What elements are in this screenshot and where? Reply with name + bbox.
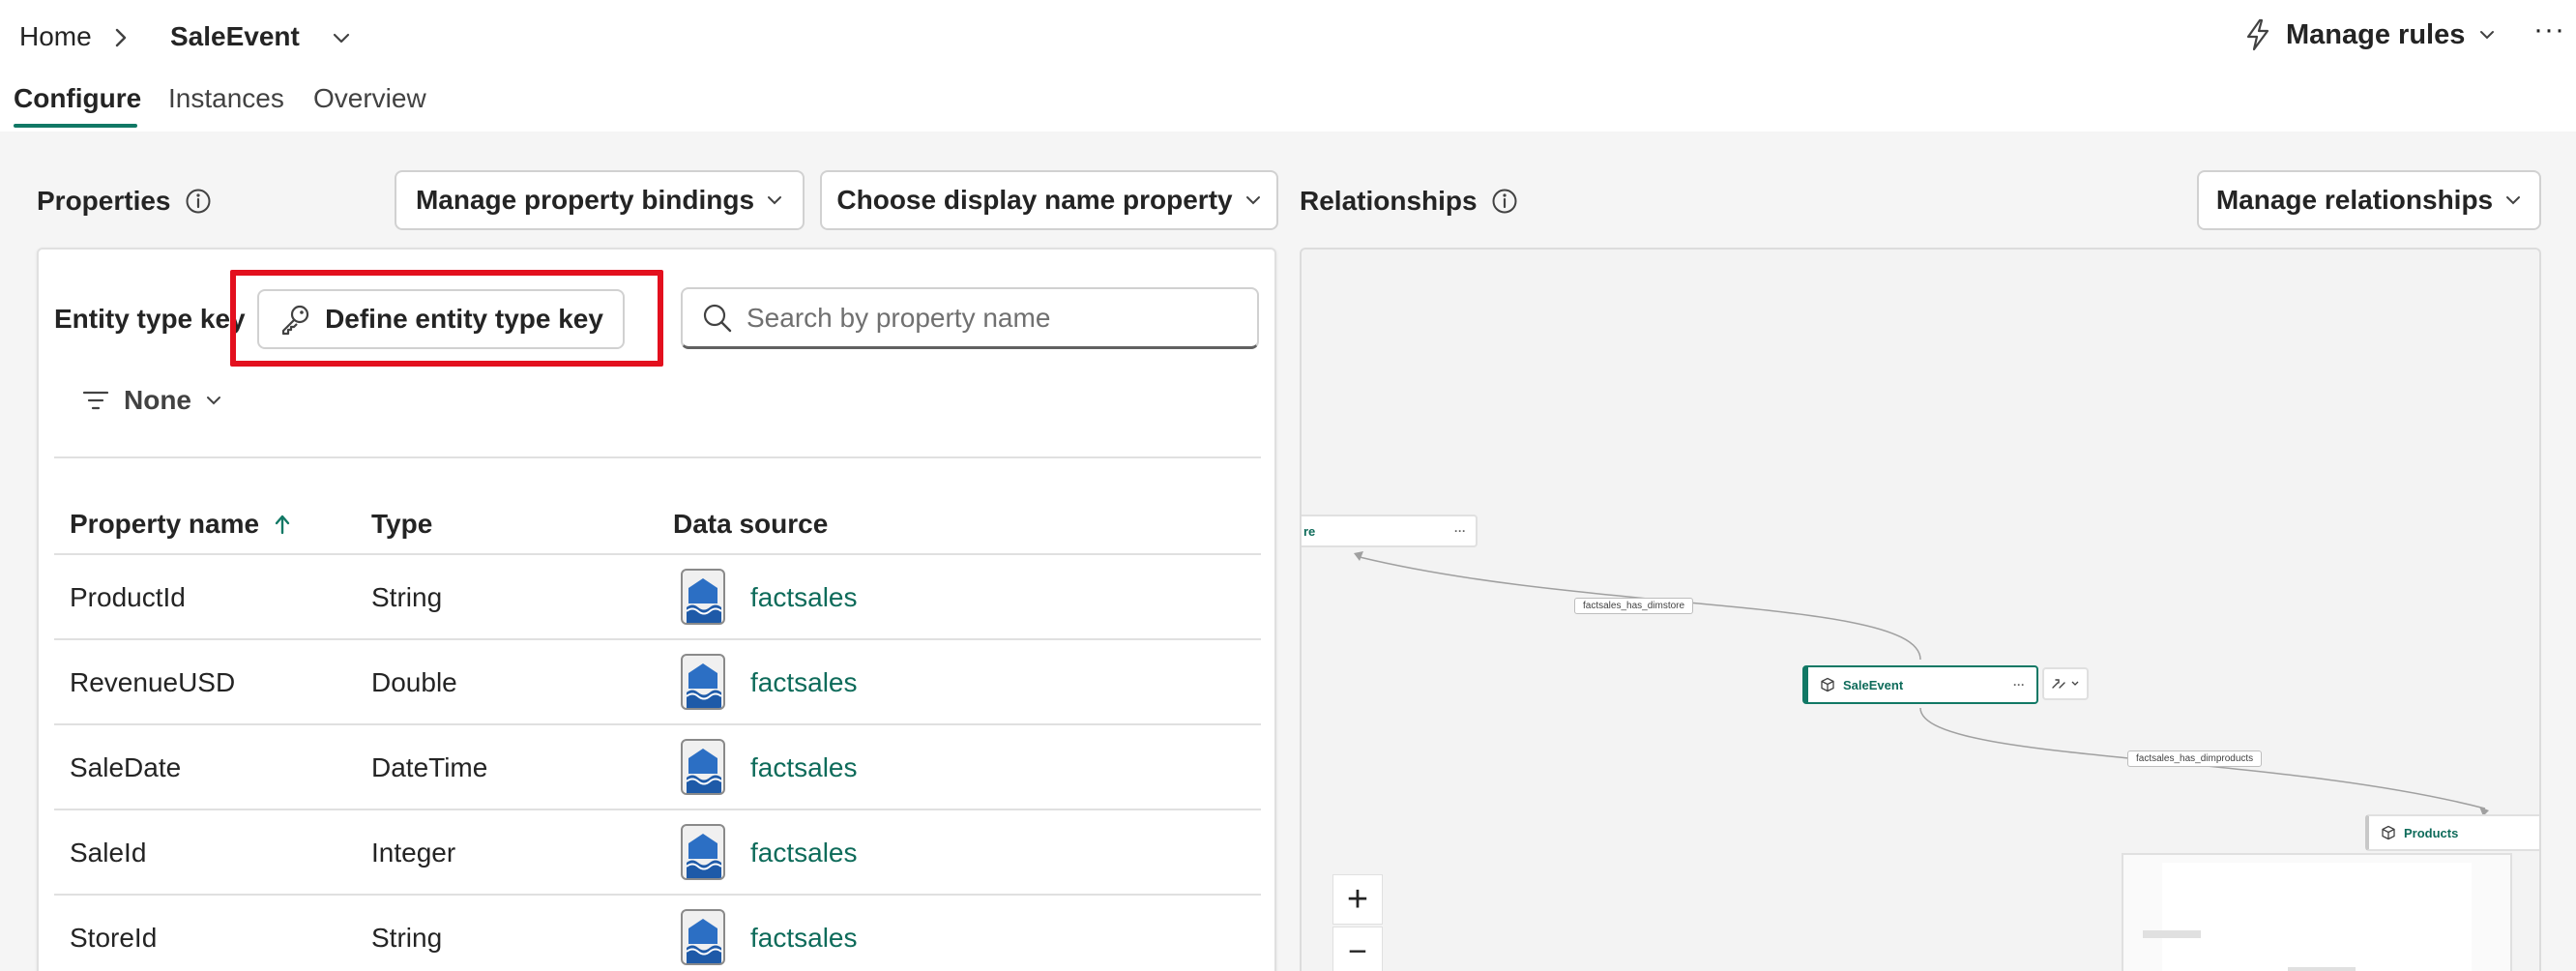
manage-rules-button[interactable]: Manage rules: [2243, 12, 2496, 58]
choose-display-name-label: Choose display name property: [836, 185, 1233, 215]
more-options-icon[interactable]: ···: [2533, 14, 2565, 46]
table-row[interactable]: SaleId Integer factsales: [54, 810, 1261, 896]
property-name-cell: RevenueUSD: [70, 667, 236, 697]
lakehouse-icon: [681, 654, 725, 710]
entity-node-store[interactable]: re ···: [1302, 515, 1478, 547]
lightning-icon: [2246, 18, 2269, 51]
data-source-link[interactable]: factsales: [750, 923, 858, 954]
column-header-type[interactable]: Type: [371, 509, 432, 540]
property-name-cell: ProductId: [70, 582, 186, 612]
chevron-down-icon: [2071, 681, 2079, 686]
table-row[interactable]: RevenueUSD Double factsales: [54, 640, 1261, 725]
filter-icon: [82, 391, 109, 410]
property-type-cell: String: [371, 923, 443, 953]
column-label: Property name: [70, 509, 260, 539]
property-name-cell: SaleDate: [70, 752, 182, 782]
data-source-link[interactable]: factsales: [750, 752, 858, 783]
chevron-down-icon: [2480, 31, 2495, 40]
column-header-data-source[interactable]: Data source: [673, 509, 828, 540]
table-row[interactable]: SaleDate DateTime factsales: [54, 725, 1261, 810]
chevron-down-icon: [1245, 196, 1260, 205]
link-icon: [2052, 679, 2065, 689]
entity-node-products[interactable]: Products: [2365, 814, 2539, 851]
properties-title: Properties: [37, 186, 171, 216]
data-source-link[interactable]: factsales: [750, 667, 858, 698]
active-tab-indicator: [14, 124, 137, 128]
chevron-down-icon: [2506, 196, 2521, 205]
property-type-cell: Integer: [371, 838, 456, 868]
chevron-down-icon: [768, 196, 782, 205]
manage-relationships-button[interactable]: Manage relationships: [2197, 170, 2541, 230]
property-search-field[interactable]: [681, 287, 1259, 349]
key-icon: [281, 305, 309, 336]
search-icon: [703, 304, 732, 332]
define-entity-type-key-label: Define entity type key: [325, 304, 603, 334]
table-row[interactable]: ProductId String factsales: [54, 555, 1261, 640]
minimap-viewport: [2162, 863, 2472, 971]
minimap-node: [2143, 930, 2201, 938]
filter-value: None: [124, 385, 191, 415]
lakehouse-icon: [681, 569, 725, 625]
minimap[interactable]: [2122, 853, 2512, 971]
info-icon[interactable]: [185, 188, 212, 215]
info-icon[interactable]: [1491, 188, 1518, 215]
entity-node-saleevent[interactable]: SaleEvent ···: [1802, 665, 2038, 704]
breadcrumb-home[interactable]: Home: [19, 21, 92, 52]
node-action-button[interactable]: [2042, 667, 2089, 700]
define-entity-type-key-button[interactable]: Define entity type key: [257, 289, 625, 349]
tab-instances[interactable]: Instances: [168, 83, 284, 114]
property-name-cell: SaleId: [70, 838, 147, 868]
data-source-link[interactable]: factsales: [750, 582, 858, 613]
manage-relationships-label: Manage relationships: [2215, 185, 2494, 215]
manage-rules-label: Manage rules: [2286, 18, 2466, 50]
relationships-canvas[interactable]: re ··· factsales_has_dimstore SaleEvent …: [1300, 248, 2541, 971]
entity-type-key-label: Entity type key: [54, 304, 246, 334]
tab-configure[interactable]: Configure: [14, 83, 141, 114]
lakehouse-icon: [681, 909, 725, 965]
filter-dropdown[interactable]: None: [81, 385, 222, 416]
properties-header: Properties: [37, 186, 212, 217]
sort-ascending-icon: [275, 515, 290, 535]
breadcrumb-current: SaleEvent: [170, 21, 300, 51]
node-more-icon[interactable]: ···: [1454, 524, 1466, 538]
node-label: SaleEvent: [1843, 677, 1904, 692]
manage-property-bindings-label: Manage property bindings: [415, 185, 755, 215]
relationships-header: Relationships: [1300, 186, 1518, 217]
cube-icon: [2382, 825, 2395, 840]
column-header-property-name[interactable]: Property name: [70, 509, 292, 540]
edge-label[interactable]: factsales_has_dimstore: [1574, 598, 1694, 614]
relationships-title: Relationships: [1300, 186, 1478, 216]
node-label: re: [1303, 523, 1316, 539]
node-more-icon[interactable]: ···: [2013, 678, 2025, 691]
property-type-cell: DateTime: [371, 752, 488, 782]
property-name-cell: StoreId: [70, 923, 158, 953]
node-label: Products: [2404, 825, 2459, 840]
cube-icon: [1821, 677, 1834, 692]
search-input[interactable]: [746, 302, 1249, 334]
chevron-down-icon[interactable]: [329, 25, 354, 50]
table-row[interactable]: StoreId String factsales: [54, 896, 1261, 971]
property-type-cell: String: [371, 582, 443, 612]
property-type-cell: Double: [371, 667, 457, 697]
minimap-node: [2288, 967, 2356, 971]
choose-display-name-button[interactable]: Choose display name property: [820, 170, 1278, 230]
lakehouse-icon: [681, 824, 725, 880]
manage-property-bindings-button[interactable]: Manage property bindings: [395, 170, 805, 230]
data-source-link[interactable]: factsales: [750, 838, 858, 868]
edge-label[interactable]: factsales_has_dimproducts: [2127, 750, 2263, 767]
lakehouse-icon: [681, 739, 725, 795]
zoom-in-button[interactable]: +: [1332, 874, 1383, 925]
top-bar: Home SaleEvent Manage rules ···: [0, 0, 2576, 77]
tab-overview[interactable]: Overview: [313, 83, 426, 114]
zoom-out-button[interactable]: −: [1332, 927, 1383, 971]
chevron-down-icon: [207, 397, 220, 405]
filter-divider: [54, 456, 1261, 458]
chevron-right-icon: [115, 28, 127, 47]
